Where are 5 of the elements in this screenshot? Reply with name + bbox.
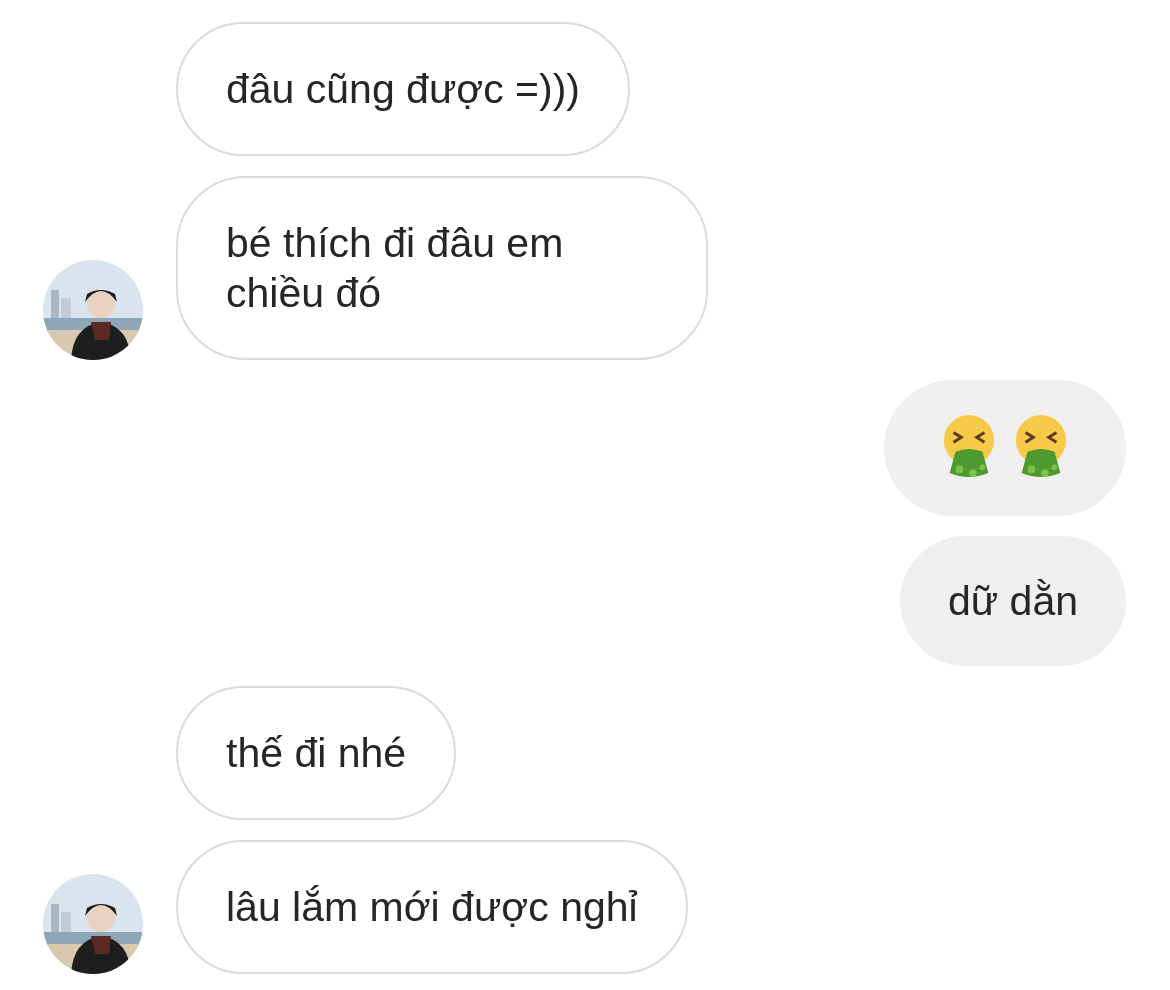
message-bubble: thế đi nhé [176, 686, 457, 820]
message-bubble: dữ dằn [899, 536, 1126, 666]
message-bubble: đâu cũng được =))) [176, 22, 631, 156]
message-bubble: lâu lắm mới được nghỉ [176, 840, 688, 974]
message-bubble: bé thích đi đâu em chiều đó [176, 176, 708, 360]
